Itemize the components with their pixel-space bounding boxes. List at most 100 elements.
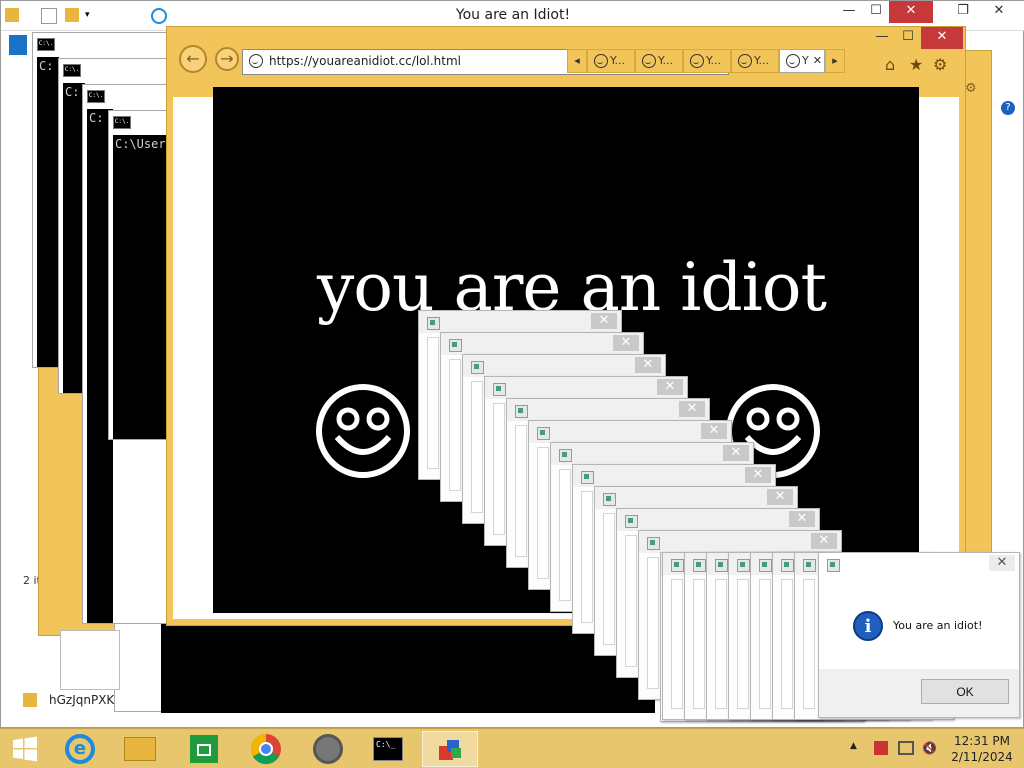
ok-button[interactable]: OK (921, 679, 1009, 704)
popup-close-button[interactable]: ✕ (723, 445, 749, 461)
idiot-message-dialog: ✕ i You are an idiot! OK (818, 552, 1020, 718)
popup-body (759, 579, 771, 709)
popup-close-button[interactable]: ✕ (613, 335, 639, 351)
taskbar-cmd[interactable]: C:\_ (360, 731, 416, 767)
network-icon[interactable] (898, 741, 914, 755)
clock-time[interactable]: 12:31 PM (950, 734, 1014, 748)
popup-body (693, 579, 705, 709)
popup-body (493, 403, 505, 535)
back-button[interactable]: ← (179, 45, 207, 73)
tab-label: Y... (754, 54, 769, 67)
browser-tab-1[interactable]: Y... (587, 49, 635, 73)
address-url[interactable]: https://youareanidiot.cc/lol.html (269, 54, 461, 68)
popup-close-button[interactable]: ✕ (745, 467, 771, 483)
cmd-icon: C:\. (87, 90, 105, 103)
background-close-button[interactable]: ✕ (977, 1, 1021, 23)
popup-close-button[interactable]: ✕ (591, 313, 617, 329)
tabs-scroll-right-button[interactable]: ▸ (825, 49, 845, 73)
volume-muted-icon[interactable]: 🔇 (922, 741, 937, 755)
popup-body (427, 337, 439, 469)
clock-date[interactable]: 2/11/2024 (950, 750, 1014, 764)
file-icon (23, 693, 37, 707)
taskbar-file-explorer[interactable] (112, 731, 168, 767)
popup-body (559, 469, 571, 601)
taskbar-unknown-app[interactable] (422, 731, 478, 767)
browser-tab-3[interactable]: Y... (683, 49, 731, 73)
popup-body (671, 579, 683, 709)
popup-title-bar: ✕ (573, 465, 775, 487)
popup-close-button[interactable]: ✕ (679, 401, 705, 417)
start-button[interactable] (0, 731, 50, 767)
popup-body (515, 425, 527, 557)
popup-body (537, 447, 549, 579)
action-center-flag-icon[interactable] (874, 741, 888, 755)
popup-title-bar: ✕ (529, 421, 731, 443)
popup-close-button[interactable]: ✕ (657, 379, 683, 395)
popup-app-icon (493, 383, 506, 396)
explorer-minimize-button[interactable]: — (835, 1, 863, 23)
popup-app-icon (693, 559, 706, 572)
browser-tab-2[interactable]: Y... (635, 49, 683, 73)
popup-title-bar: ✕ (639, 531, 841, 553)
popup-app-icon (603, 493, 616, 506)
popup-app-icon (449, 339, 462, 352)
tools-gear-icon[interactable]: ⚙ (933, 55, 947, 74)
favorites-star-icon[interactable]: ★ (909, 55, 923, 74)
help-icon[interactable]: ? (1001, 101, 1015, 115)
browser-tab-4[interactable]: Y... (731, 49, 779, 73)
popup-close-button[interactable]: ✕ (701, 423, 727, 439)
popup-app-icon (647, 537, 660, 550)
tab-close-icon[interactable]: ✕ (813, 54, 822, 67)
dialog-title-bar: ✕ (819, 553, 1019, 575)
tab-favicon-icon (594, 54, 608, 68)
file-name[interactable]: hGzJqnPXK (49, 693, 114, 707)
tab-label: Y... (610, 54, 625, 67)
tab-favicon-icon (690, 54, 704, 68)
smiley-left-icon (316, 384, 410, 478)
popup-body (715, 579, 727, 709)
chrome-icon (250, 734, 281, 765)
tab-favicon-icon (786, 54, 800, 68)
tab-label: Y... (706, 54, 721, 67)
store-icon (190, 735, 218, 763)
browser-close-button[interactable]: ✕ (921, 27, 963, 49)
folder-icon (124, 737, 156, 761)
taskbar-chrome[interactable] (238, 731, 294, 767)
cmd-title-bar: C:\. (33, 33, 171, 55)
popup-title-bar: ✕ (595, 487, 797, 509)
home-icon[interactable]: ⌂ (885, 55, 895, 74)
taskbar-app-compass[interactable] (300, 731, 356, 767)
popup-app-icon (559, 449, 572, 462)
popup-body (603, 513, 615, 645)
background-restore-button[interactable]: ❐ (949, 1, 977, 23)
tray-show-hidden-icon[interactable]: ▲ (850, 741, 857, 751)
popup-close-button[interactable]: ✕ (789, 511, 815, 527)
browser-minimize-button[interactable]: — (869, 27, 895, 49)
taskbar-ie[interactable]: e (52, 731, 108, 767)
ie-icon: e (65, 734, 95, 764)
dialog-close-button[interactable]: ✕ (989, 555, 1015, 571)
popup-title-bar: ✕ (485, 377, 687, 399)
popup-close-button[interactable]: ✕ (767, 489, 793, 505)
browser-maximize-button[interactable]: ☐ (895, 27, 921, 49)
popup-app-icon (671, 559, 684, 572)
browser-tab-active[interactable]: Y ✕ (779, 49, 825, 73)
file-tab[interactable] (9, 35, 27, 55)
popup-body (581, 491, 593, 623)
forward-button[interactable]: → (215, 47, 239, 71)
popup-title-bar: ✕ (441, 333, 643, 355)
tab-favicon-icon (642, 54, 656, 68)
popup-close-button[interactable]: ✕ (635, 357, 661, 373)
explorer-close-button[interactable]: ✕ (889, 1, 933, 23)
popup-body (781, 579, 793, 709)
explorer-maximize-button[interactable]: ☐ (863, 1, 889, 23)
settings-icon[interactable]: ⚙ (965, 81, 979, 96)
popup-title-bar: ✕ (551, 443, 753, 465)
tabs-scroll-left-button[interactable]: ◂ (567, 49, 587, 73)
popup-app-icon (759, 559, 772, 572)
popup-body (803, 579, 815, 709)
popup-app-icon (803, 559, 816, 572)
taskbar-store[interactable] (176, 731, 232, 767)
popup-app-icon (515, 405, 528, 418)
popup-close-button[interactable]: ✕ (811, 533, 837, 549)
